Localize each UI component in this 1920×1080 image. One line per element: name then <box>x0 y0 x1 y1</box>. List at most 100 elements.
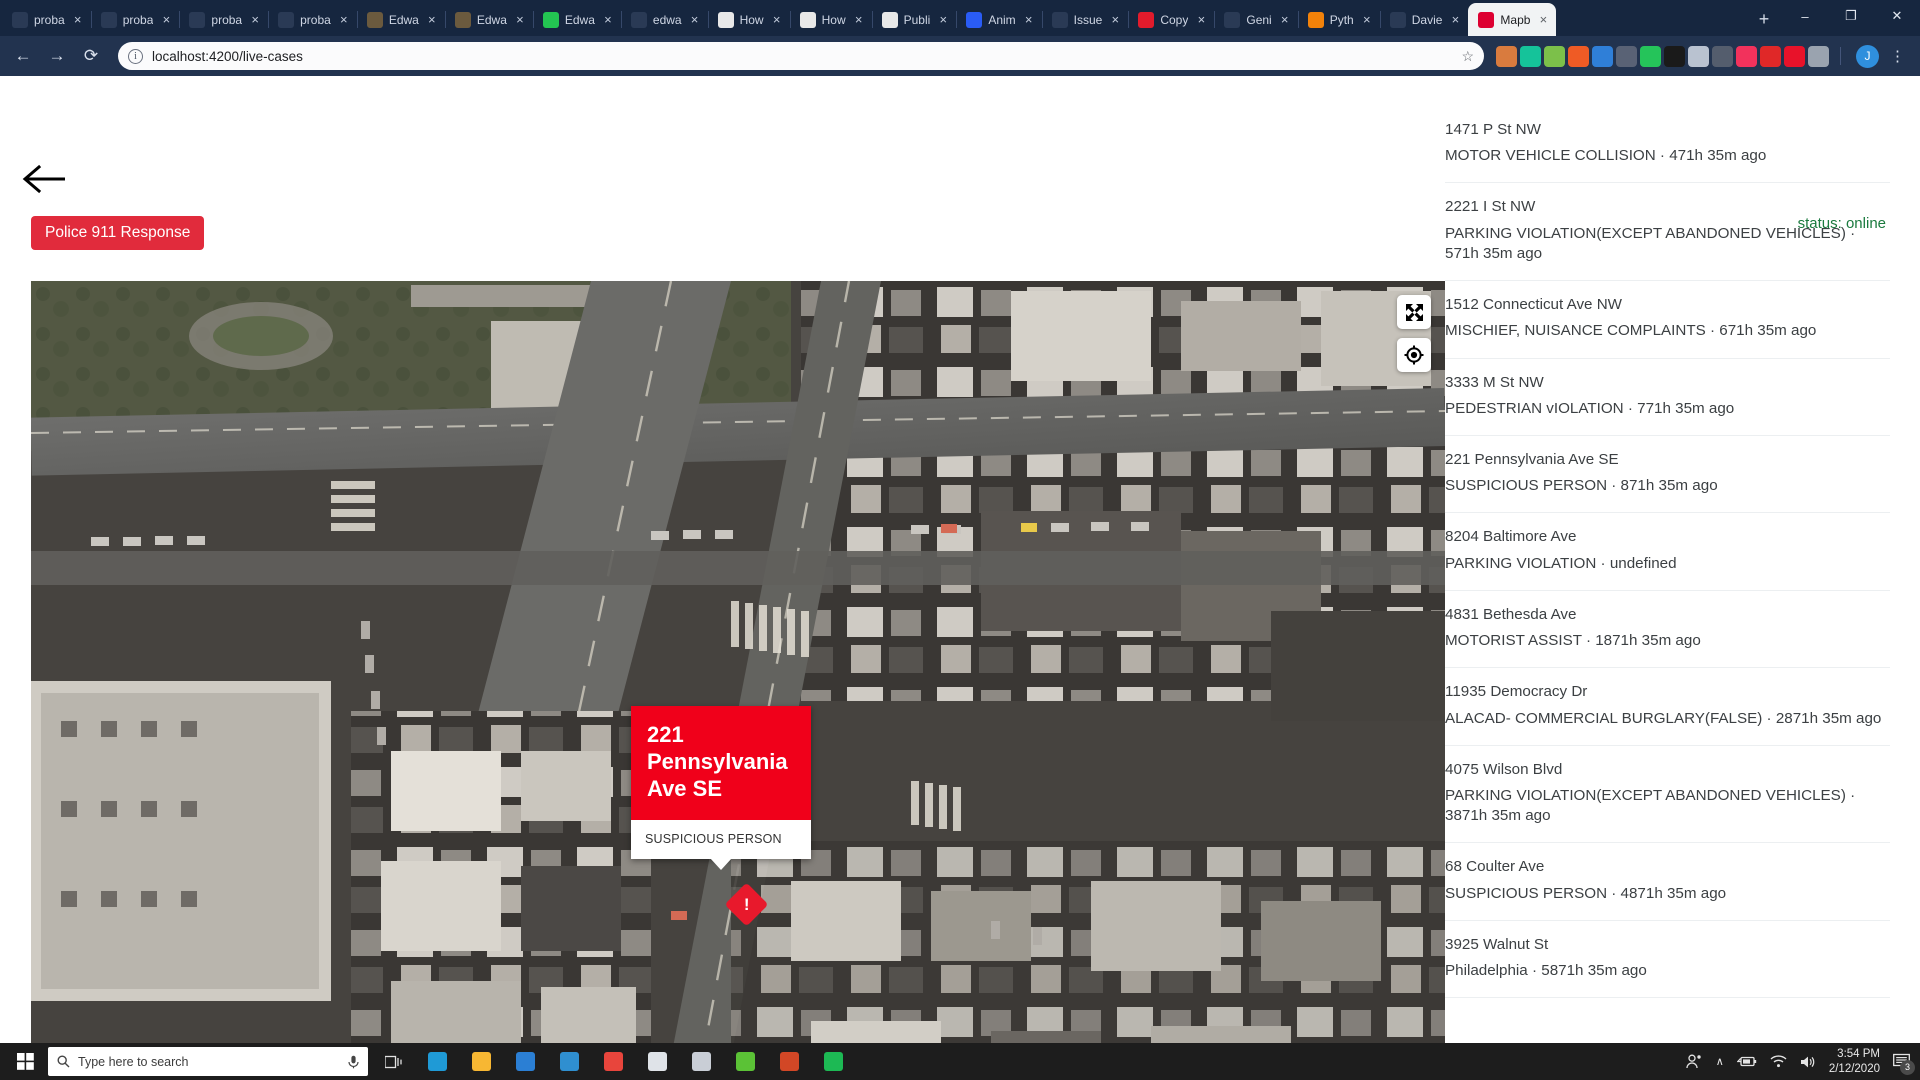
show-hidden-icons-chevron[interactable]: ∧ <box>1716 1055 1724 1068</box>
tab-close-button[interactable]: × <box>1536 13 1550 27</box>
chrome-menu-icon[interactable]: ⋮ <box>1883 47 1912 65</box>
task-view-icon[interactable] <box>371 1043 415 1080</box>
browser-tab[interactable]: edwa × <box>620 3 708 36</box>
tab-close-button[interactable]: × <box>688 13 702 27</box>
browser-tab[interactable]: Geni × <box>1214 3 1297 36</box>
case-list-item[interactable]: 3925 Walnut St Philadelphia · 5871h 35m a… <box>1445 921 1890 999</box>
tab-close-button[interactable]: × <box>159 13 173 27</box>
key-icon[interactable] <box>1808 45 1829 67</box>
microsoft-store-icon[interactable] <box>503 1043 547 1080</box>
browser-tab[interactable]: proba × <box>90 3 180 36</box>
tab-close-button[interactable]: × <box>1108 13 1122 27</box>
close-window-button[interactable]: ✕ <box>1874 0 1920 32</box>
tab-close-button[interactable]: × <box>71 13 85 27</box>
browser-tab[interactable]: How × <box>707 3 790 36</box>
case-list-item[interactable]: 221 Pennsylvania Ave SE SUSPICIOUS PERSON… <box>1445 436 1890 514</box>
bookmark-star-icon[interactable]: ☆ <box>1461 48 1474 65</box>
browser-tab[interactable]: Edwa × <box>444 3 533 36</box>
browser-tab[interactable]: How × <box>789 3 872 36</box>
case-list-item[interactable]: 3333 M St NW PEDESTRIAN vIOLATION · 771h … <box>1445 359 1890 436</box>
tab-close-button[interactable]: × <box>1278 13 1292 27</box>
colorpick-icon[interactable] <box>1544 45 1565 67</box>
back-arrow-icon[interactable] <box>22 164 68 194</box>
browser-tab[interactable]: proba × <box>2 3 91 36</box>
battery-icon[interactable] <box>1736 1055 1757 1068</box>
browser-tab[interactable]: proba × <box>268 3 357 36</box>
browser-tab[interactable]: Davie × <box>1379 3 1469 36</box>
forward-red-icon[interactable] <box>1760 45 1781 67</box>
tab-close-button[interactable]: × <box>1194 13 1208 27</box>
powerpoint-icon[interactable] <box>767 1043 811 1080</box>
photos-icon[interactable] <box>723 1043 767 1080</box>
edge-icon[interactable] <box>415 1043 459 1080</box>
tab-close-button[interactable]: × <box>1022 13 1036 27</box>
case-list-item[interactable]: 8204 Baltimore Ave PARKING VIOLATION · un… <box>1445 513 1890 591</box>
police-response-badge[interactable]: Police 911 Response <box>31 216 205 250</box>
case-list-item[interactable]: 68 Coulter Ave SUSPICIOUS PERSON · 4871h … <box>1445 843 1890 921</box>
windows-icon[interactable] <box>2 1043 48 1080</box>
people-icon[interactable] <box>1686 1054 1703 1069</box>
browser-tab[interactable]: Mapb × <box>1468 3 1557 36</box>
new-tab-button[interactable]: + <box>1750 5 1778 33</box>
mail-icon[interactable] <box>635 1043 679 1080</box>
vscode-icon[interactable] <box>547 1043 591 1080</box>
url-text[interactable]: localhost:4200/live-cases <box>152 49 1452 64</box>
browser-tab[interactable]: Publi × <box>871 3 957 36</box>
browser-tab[interactable]: Edwa × <box>532 3 621 36</box>
tab-close-button[interactable]: × <box>337 13 351 27</box>
fullscreen-icon[interactable] <box>1397 295 1431 329</box>
taskbar-clock[interactable]: 3:54 PM 2/12/2020 <box>1829 1047 1880 1076</box>
terminal-icon[interactable] <box>1664 45 1685 67</box>
profile-avatar[interactable]: J <box>1856 44 1879 68</box>
reload-icon[interactable]: ⟳ <box>76 41 106 71</box>
postman-icon[interactable] <box>1568 45 1589 67</box>
tab-close-button[interactable]: × <box>248 13 262 27</box>
case-list-item[interactable]: 4075 Wilson Blvd PARKING VIOLATION(EXCEPT… <box>1445 746 1890 844</box>
minimize-button[interactable]: – <box>1782 0 1828 32</box>
tab-close-button[interactable]: × <box>601 13 615 27</box>
tab-close-button[interactable]: × <box>770 13 784 27</box>
browser-tab[interactable]: Issue × <box>1041 3 1129 36</box>
wifi-icon[interactable] <box>1770 1055 1787 1068</box>
metamask-icon[interactable] <box>1496 45 1517 67</box>
tab-close-button[interactable]: × <box>1448 13 1462 27</box>
tab-close-button[interactable]: × <box>852 13 866 27</box>
file-explorer-icon[interactable] <box>459 1043 503 1080</box>
taskbar-search-input[interactable]: Type here to search <box>48 1047 368 1076</box>
site-info-icon[interactable]: i <box>128 48 143 64</box>
notification-icon[interactable]: 3 <box>1893 1053 1915 1075</box>
pink-spiral-icon[interactable] <box>1736 45 1757 67</box>
devtools-icon[interactable] <box>1616 45 1637 67</box>
volume-icon[interactable] <box>1800 1055 1816 1069</box>
tab-close-button[interactable]: × <box>936 13 950 27</box>
settings-icon[interactable] <box>679 1043 723 1080</box>
grammarly-icon[interactable] <box>1520 45 1541 67</box>
case-list-item[interactable]: 1512 Connecticut Ave NW MISCHIEF, NUISANC… <box>1445 281 1890 359</box>
back-nav-icon[interactable]: ← <box>8 41 38 71</box>
case-list-item[interactable]: 2221 I St NW PARKING VIOLATION(EXCEPT ABA… <box>1445 183 1890 282</box>
eyedropper-icon[interactable] <box>1592 45 1613 67</box>
map-popup[interactable]: 221 Pennsylvania Ave SE SUSPICIOUS PERSO… <box>631 706 811 871</box>
hand-stop-icon[interactable] <box>1784 45 1805 67</box>
browser-tab[interactable]: Copy × <box>1128 3 1214 36</box>
satellite-map[interactable]: 221 Pennsylvania Ave SE SUSPICIOUS PERSO… <box>31 281 1445 1043</box>
forward-nav-icon[interactable]: → <box>42 41 72 71</box>
tab-close-button[interactable]: × <box>513 13 527 27</box>
browser-tab[interactable]: Anim × <box>956 3 1041 36</box>
address-bar[interactable]: i localhost:4200/live-cases ☆ <box>118 42 1484 70</box>
chrome-icon[interactable] <box>591 1043 635 1080</box>
locate-me-icon[interactable] <box>1397 338 1431 372</box>
hexagon-icon[interactable] <box>1688 45 1709 67</box>
tab-close-button[interactable]: × <box>1360 13 1374 27</box>
case-list-item[interactable]: 11935 Democracy Dr ALACAD- COMMERCIAL BUR… <box>1445 668 1890 746</box>
case-list-item[interactable]: 1471 P St NW MOTOR VEHICLE COLLISION · 47… <box>1445 104 1890 184</box>
browser-tab[interactable]: Edwa × <box>356 3 445 36</box>
shield-icon[interactable] <box>1712 45 1733 67</box>
maximize-button[interactable]: ❐ <box>1828 0 1874 32</box>
terminal-green-icon[interactable] <box>811 1043 855 1080</box>
green-dot-icon[interactable] <box>1640 45 1661 67</box>
tab-close-button[interactable]: × <box>425 13 439 27</box>
browser-tab[interactable]: Pyth × <box>1297 3 1380 36</box>
case-list-item[interactable]: 4831 Bethesda Ave MOTORIST ASSIST · 1871h… <box>1445 591 1890 669</box>
browser-tab[interactable]: proba × <box>179 3 268 36</box>
